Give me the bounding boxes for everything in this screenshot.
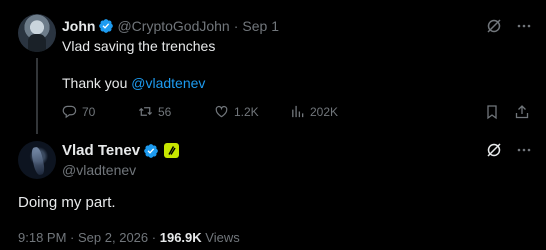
verified-icon (99, 19, 114, 33)
author-name[interactable]: John (62, 18, 95, 34)
author-name[interactable]: Vlad Tenev (62, 142, 140, 159)
view-count: 202K (310, 104, 339, 119)
reply-count: 70 (82, 104, 96, 119)
avatar[interactable] (18, 14, 56, 52)
views-button[interactable]: 202K (290, 104, 338, 119)
more-icon[interactable] (516, 142, 532, 158)
views-label: Views (205, 230, 240, 245)
views-count: 196.9K (159, 230, 202, 245)
retweet-icon (138, 107, 153, 116)
author-handle[interactable]: @vladtenev (62, 162, 136, 178)
like-icon (215, 105, 228, 118)
avatar[interactable] (18, 141, 56, 179)
tweet-text-line2: Thank you @vladtenev (62, 75, 205, 91)
tweet-time[interactable]: 9:18 PM (18, 230, 66, 245)
views-icon (292, 105, 304, 118)
separator: · (70, 230, 75, 245)
bookmark-icon[interactable] (484, 104, 500, 120)
tweet-date[interactable]: Sep 2, 2026 (78, 230, 148, 245)
tweet-text: Vlad saving the trenches (62, 38, 216, 54)
tweet-header: John @CryptoGodJohn · Sep 1 (62, 18, 279, 34)
author-handle[interactable]: @CryptoGodJohn (117, 18, 229, 34)
share-icon[interactable] (514, 104, 530, 120)
retweet-count: 56 (158, 104, 172, 119)
thread-line (36, 58, 38, 134)
like-button[interactable]: 1.2K (214, 104, 259, 119)
more-icon[interactable] (516, 18, 532, 34)
mention-link[interactable]: @vladtenev (131, 75, 205, 91)
retweet-button[interactable]: 56 (138, 104, 171, 119)
tweet-date[interactable]: Sep 1 (242, 18, 279, 34)
bookmark-share (484, 104, 530, 120)
like-count: 1.2K (234, 104, 259, 119)
tweet-meta: 9:18 PM · Sep 2, 2026 · 196.9K Views (18, 230, 240, 245)
tweet-top-icons (486, 18, 532, 34)
reply-icon (62, 105, 77, 119)
grok-icon[interactable] (486, 142, 502, 158)
affiliate-badge-icon[interactable] (164, 143, 180, 158)
verified-icon (144, 143, 158, 158)
tweet-header: Vlad Tenev (62, 142, 180, 159)
separator: · (233, 18, 239, 34)
tweet-top-icons (486, 142, 532, 158)
text-prefix: Thank you (62, 75, 132, 91)
reply-button[interactable]: 70 (62, 104, 95, 119)
separator: · (151, 230, 157, 245)
grok-icon[interactable] (486, 18, 502, 34)
tweet-text: Doing my part. (18, 194, 116, 211)
